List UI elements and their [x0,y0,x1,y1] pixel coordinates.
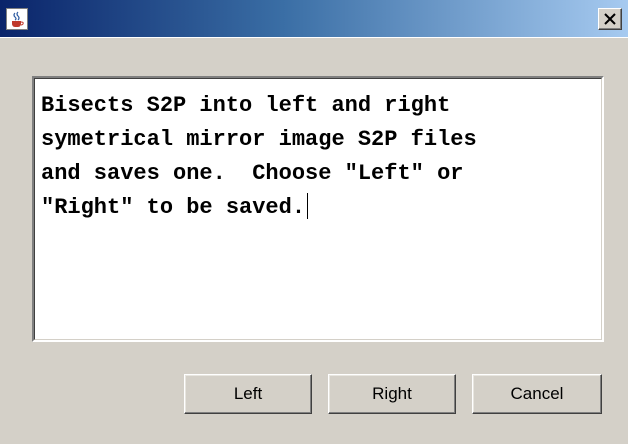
title-bar[interactable] [0,0,628,38]
message-text-area[interactable]: Bisects S2P into left and right symetric… [32,76,604,342]
message-content: Bisects S2P into left and right symetric… [41,93,477,220]
left-button[interactable]: Left [184,374,312,414]
text-caret [307,193,309,219]
message-text: Bisects S2P into left and right symetric… [41,89,581,225]
dialog-window: Bisects S2P into left and right symetric… [0,0,628,444]
close-icon [604,13,616,25]
cancel-button[interactable]: Cancel [472,374,602,414]
close-button[interactable] [598,8,622,30]
right-button[interactable]: Right [328,374,456,414]
message-text-area-inner: Bisects S2P into left and right symetric… [34,78,602,340]
java-cup-icon [6,8,28,30]
